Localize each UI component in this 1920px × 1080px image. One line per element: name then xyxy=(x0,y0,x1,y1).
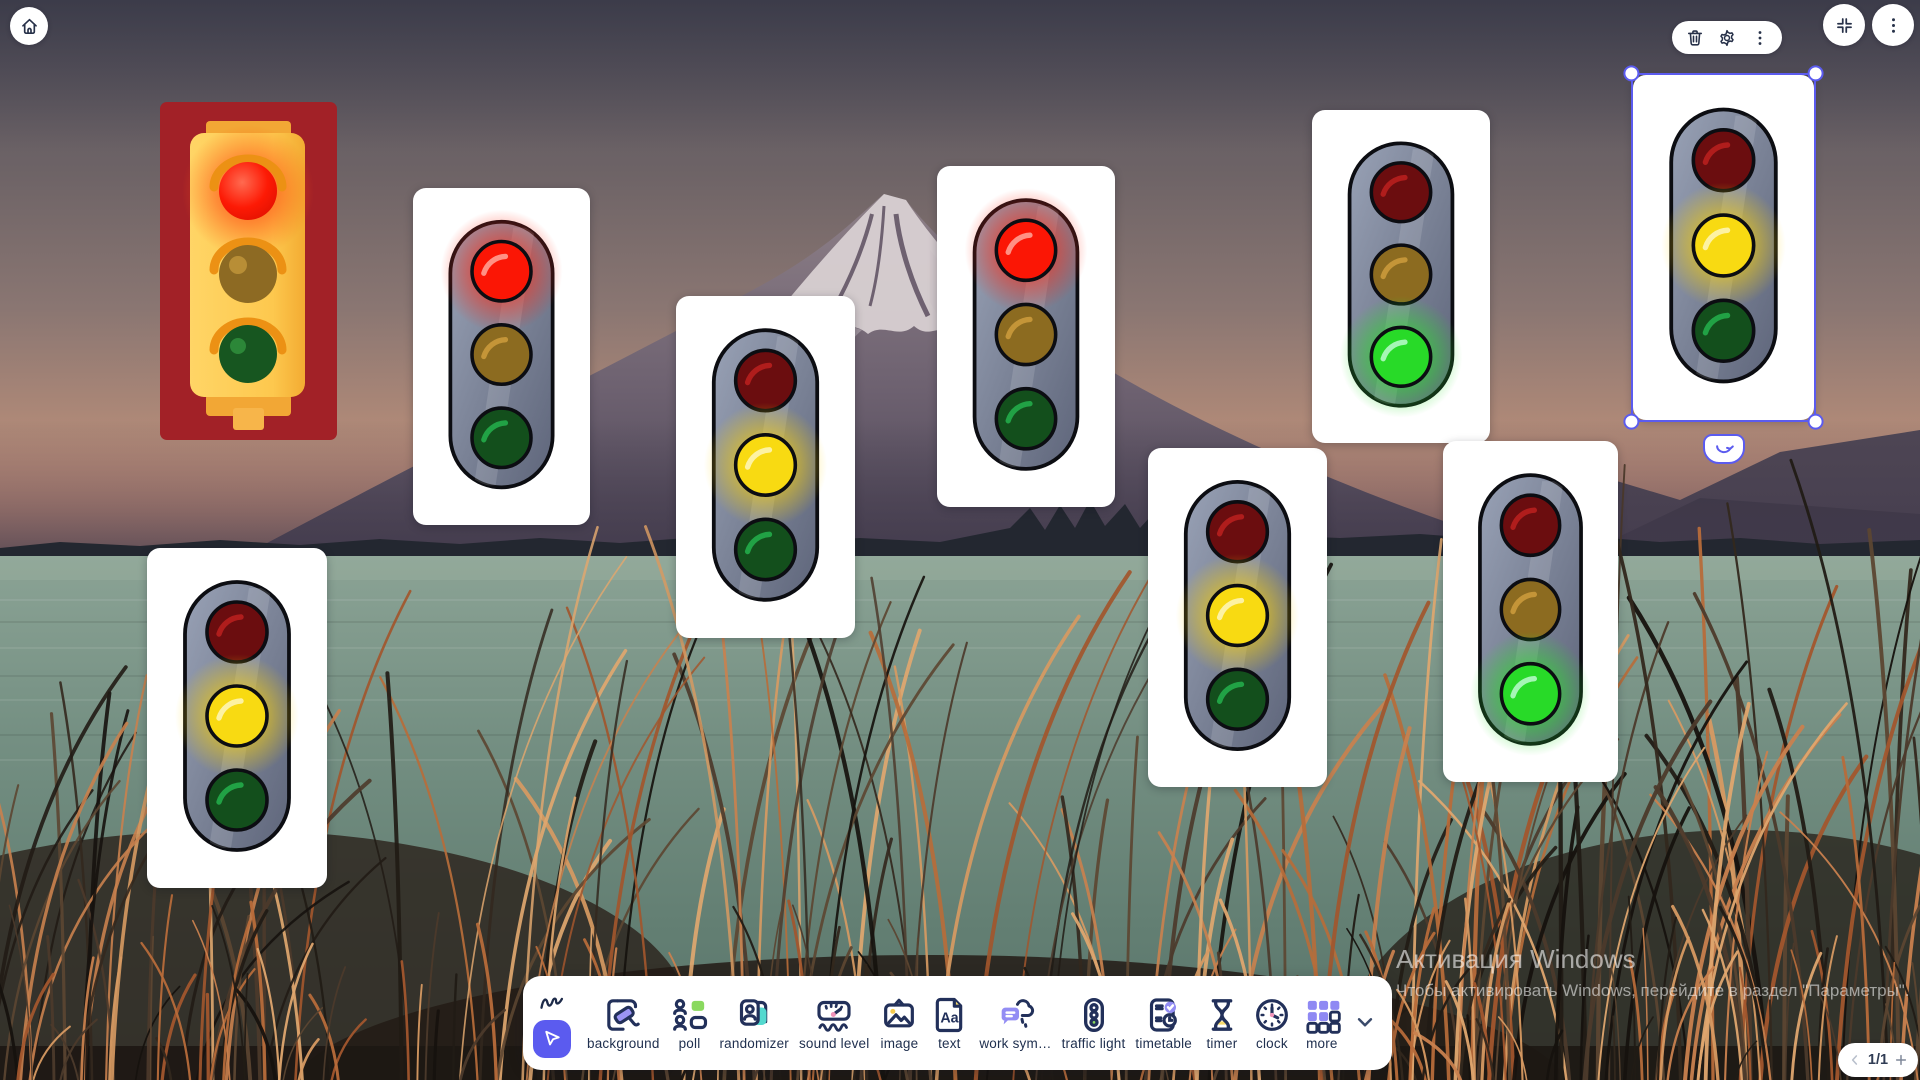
tool-label: work sym… xyxy=(979,1036,1051,1051)
svg-text:Aa: Aa xyxy=(941,1011,960,1027)
tool-label: sound level xyxy=(799,1036,870,1051)
page-indicator: 1/1 xyxy=(1868,1052,1888,1068)
tool-label: traffic light xyxy=(1062,1036,1126,1051)
toolbar-left-column xyxy=(533,989,571,1058)
home-button[interactable] xyxy=(10,7,48,45)
clock-icon xyxy=(1252,995,1292,1035)
trash-icon xyxy=(1685,28,1705,48)
tool-work-symbols-button[interactable]: work sym… xyxy=(979,995,1051,1051)
toolbar-collapse-button[interactable] xyxy=(1350,1008,1380,1038)
rotate-handle[interactable] xyxy=(1703,434,1745,464)
tool-more-button[interactable]: more xyxy=(1302,995,1342,1051)
traffic-light-widget-green[interactable] xyxy=(1312,110,1490,443)
traffic-light-widget-yellow[interactable] xyxy=(147,548,327,888)
timer-icon xyxy=(1202,995,1242,1035)
tool-label: image xyxy=(881,1036,919,1051)
image-icon xyxy=(879,995,919,1035)
tool-traffic-light-button[interactable]: traffic light xyxy=(1062,995,1126,1051)
tool-label: text xyxy=(938,1036,961,1051)
chevron-down-icon xyxy=(1352,1009,1378,1035)
timetable-icon xyxy=(1144,995,1184,1035)
tool-label: poll xyxy=(679,1036,701,1051)
kebab-menu-icon xyxy=(1883,15,1904,36)
traffic-light-widget-yellow[interactable] xyxy=(676,296,855,638)
whiteboard-stage[interactable]: Активация Windows Чтобы активировать Win… xyxy=(0,0,1920,1080)
traffic-light-widget-green[interactable] xyxy=(1443,441,1618,782)
rotate-icon xyxy=(1713,442,1735,457)
bottom-toolbar: background poll randomizer sound level i… xyxy=(523,976,1392,1070)
collapse-icon xyxy=(1834,15,1855,36)
text-icon: Aa xyxy=(929,995,969,1035)
tool-label: clock xyxy=(1256,1036,1288,1051)
kebab-menu-icon xyxy=(1750,28,1770,48)
widget-actions-toolbar xyxy=(1672,21,1782,54)
tool-label: more xyxy=(1306,1036,1338,1051)
app-menu-button[interactable] xyxy=(1872,4,1914,46)
tool-text-button[interactable]: Aa text xyxy=(929,995,969,1051)
resize-handle-bl[interactable] xyxy=(1623,414,1639,430)
tool-poll-button[interactable]: poll xyxy=(670,995,710,1051)
add-page-button[interactable] xyxy=(1893,1052,1909,1068)
traffic-light-widget-red[interactable] xyxy=(160,102,337,440)
page-navigator: 1/1 xyxy=(1838,1043,1918,1077)
traffic-light-widget-yellow[interactable] xyxy=(1148,448,1327,787)
tool-timetable-button[interactable]: timetable xyxy=(1135,995,1192,1051)
traffic-light-icon xyxy=(1074,995,1114,1035)
cursor-icon xyxy=(541,1027,564,1050)
delete-widget-button[interactable] xyxy=(1685,28,1705,48)
poll-icon xyxy=(670,995,710,1035)
tool-randomizer-button[interactable]: randomizer xyxy=(719,995,789,1051)
tool-label: background xyxy=(587,1036,660,1051)
sound-level-icon xyxy=(814,995,854,1035)
work-symbols-icon xyxy=(995,995,1035,1035)
paint-roller-icon xyxy=(603,995,643,1035)
widget-menu-button[interactable] xyxy=(1750,28,1770,48)
tool-label: timer xyxy=(1206,1036,1237,1051)
tool-image-button[interactable]: image xyxy=(879,995,919,1051)
traffic-light-widget-red[interactable] xyxy=(413,188,590,525)
resize-handle-tr[interactable] xyxy=(1808,65,1824,81)
select-tool-button[interactable] xyxy=(533,1020,571,1058)
gear-icon xyxy=(1717,28,1737,48)
home-icon xyxy=(19,16,40,37)
tool-label: timetable xyxy=(1135,1036,1192,1051)
resize-handle-br[interactable] xyxy=(1808,414,1824,430)
tool-sound-level-button[interactable]: sound level xyxy=(799,995,870,1051)
tool-clock-button[interactable]: clock xyxy=(1252,995,1292,1051)
traffic-light-widget-red[interactable] xyxy=(937,166,1115,507)
resize-handle-tl[interactable] xyxy=(1623,65,1639,81)
tool-timer-button[interactable]: timer xyxy=(1202,995,1242,1051)
tool-label: randomizer xyxy=(719,1036,789,1051)
widget-settings-button[interactable] xyxy=(1717,28,1737,48)
tool-background-button[interactable]: background xyxy=(587,995,660,1051)
traffic-light-widget-yellow[interactable] xyxy=(1633,75,1814,420)
collapse-app-button[interactable] xyxy=(1823,4,1865,46)
randomizer-icon xyxy=(734,995,774,1035)
more-grid-icon xyxy=(1302,995,1342,1035)
prev-page-button[interactable] xyxy=(1847,1052,1863,1068)
draw-tool-button[interactable] xyxy=(534,989,570,1017)
toolbar-items: background poll randomizer sound level i… xyxy=(583,995,1346,1051)
